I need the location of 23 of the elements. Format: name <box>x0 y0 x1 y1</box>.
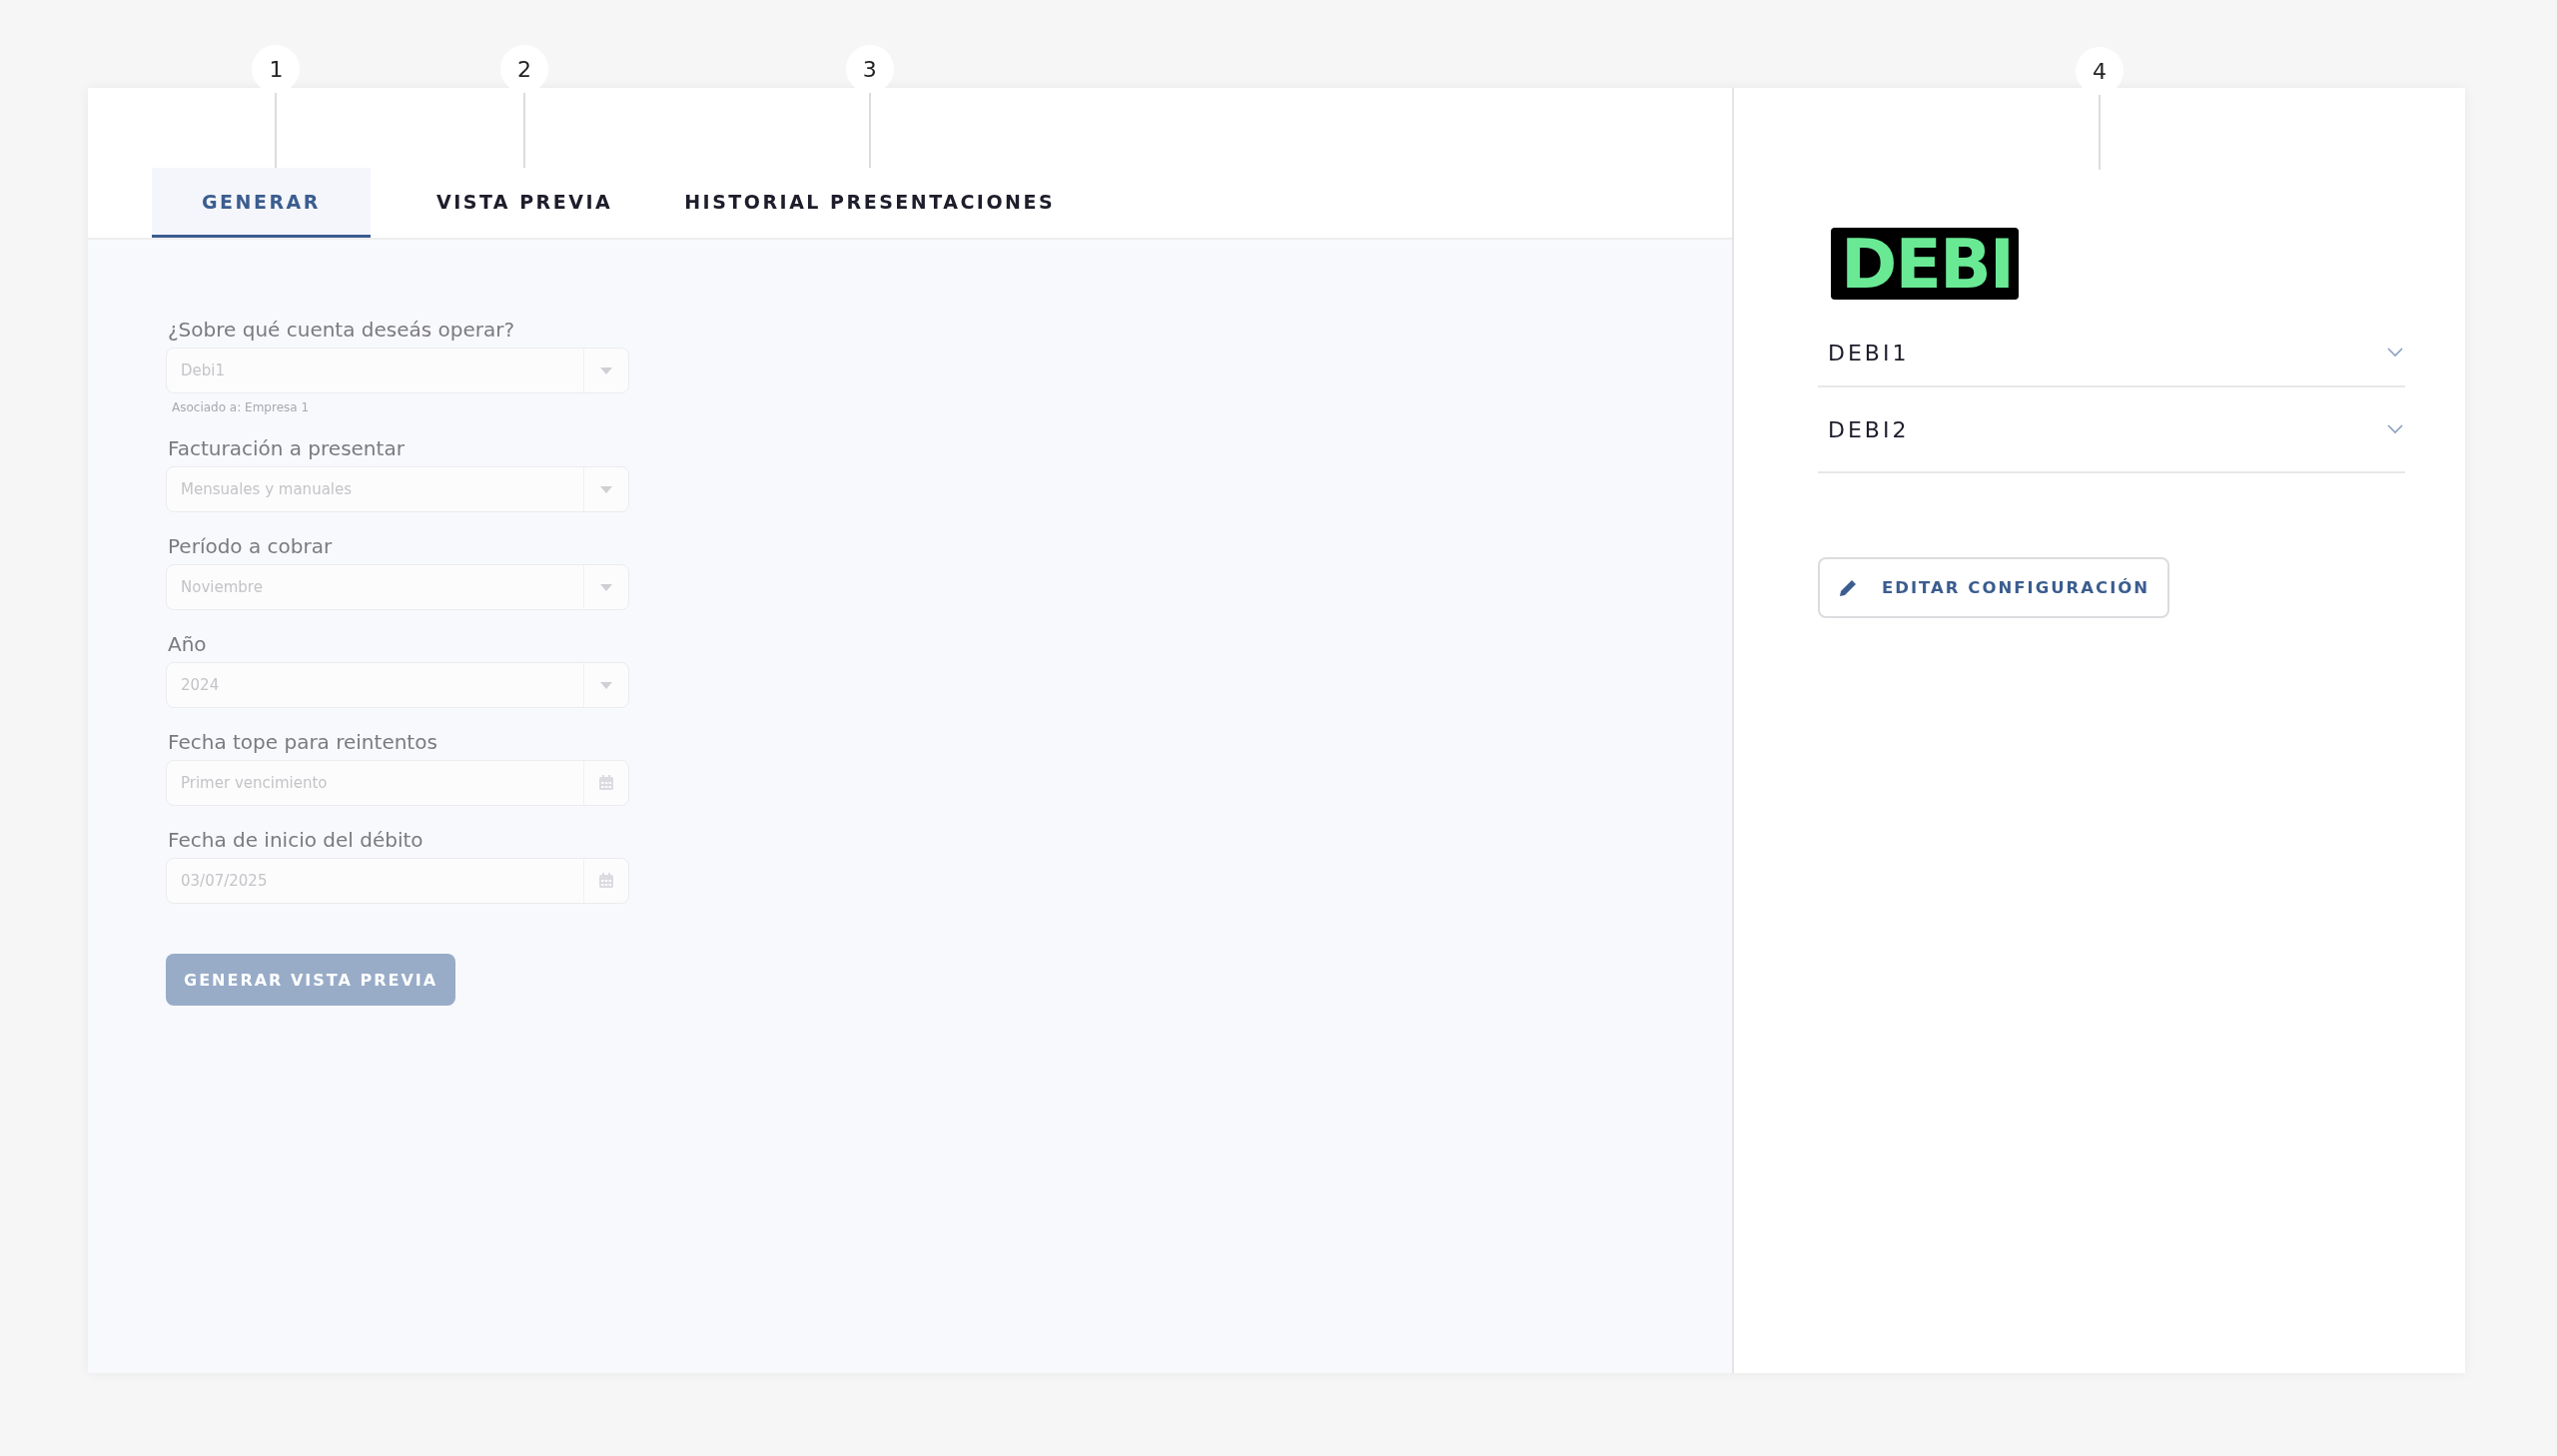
account-row[interactable]: DEBI1 <box>1818 320 2405 387</box>
field-hint: Asociado a: Empresa 1 <box>172 400 311 414</box>
tab[interactable]: HISTORIAL PRESENTACIONES <box>648 168 1092 238</box>
edit-settings-button[interactable]: EDITAR CONFIGURACIÓN <box>1818 557 2170 618</box>
field-label: ¿Sobre qué cuenta deseás operar? <box>168 318 516 342</box>
field-label: Fecha tope para reintentos <box>168 730 438 754</box>
field-label: Año <box>168 632 208 656</box>
field-label: Fecha de inicio del débito <box>168 828 425 852</box>
caret-icon <box>600 583 612 591</box>
calendar-icon <box>598 775 614 791</box>
caret-icon <box>600 485 612 493</box>
logo: DEBI <box>1831 228 2020 300</box>
field-label: Período a cobrar <box>168 534 334 558</box>
account-name: DEBI1 <box>1828 340 1910 365</box>
field-label: Facturación a presentar <box>168 436 406 460</box>
pencil-icon <box>1838 577 1858 598</box>
account-name: DEBI2 <box>1828 416 1910 442</box>
tab[interactable]: GENERAR <box>152 168 371 238</box>
tab[interactable]: VISTA PREVIA <box>400 168 649 238</box>
caret-icon <box>600 681 612 689</box>
caret-icon <box>600 366 612 374</box>
calendar-icon <box>598 873 614 889</box>
account-row[interactable]: DEBI2 <box>1818 387 2405 473</box>
